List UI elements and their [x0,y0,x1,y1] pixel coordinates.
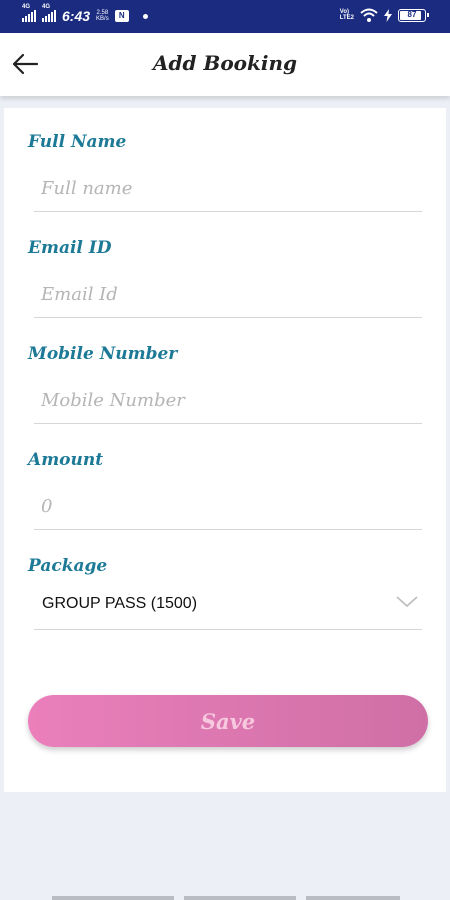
mobile-number-label: Mobile Number [28,344,178,364]
notification-dot-icon [142,13,148,19]
signal-icon-sim2: 4G [42,4,56,22]
wifi-icon [360,8,378,22]
battery-percent: 87 [407,9,417,19]
email-input[interactable] [34,272,422,318]
clock: 6:43 [62,8,91,24]
full-name-label: Full Name [28,132,127,152]
status-bar: 4G 4G 6:43 2.58 KB/s N Vo) LTE2 87 [0,0,450,33]
notification-app-icon: N [114,10,129,22]
battery-icon: 87 [398,8,429,22]
full-name-input[interactable] [34,166,422,212]
signal-icon-sim1: 4G [22,4,36,22]
volte-indicator: Vo) LTE2 [340,9,354,21]
volte-bottom: LTE2 [339,15,354,21]
email-label: Email ID [28,238,112,258]
nav-bar-hint [0,896,450,900]
package-label: Package [28,556,108,576]
chevron-down-icon [396,596,418,608]
status-bar-right: Vo) LTE2 87 [340,8,429,22]
app-bar: Add Booking [0,33,450,96]
amount-label: Amount [28,450,104,470]
package-dropdown[interactable]: GROUP PASS (1500) [34,584,422,630]
charging-icon [384,8,392,22]
amount-input[interactable] [34,484,422,530]
save-button[interactable]: Save [28,695,428,747]
status-bar-left: 4G 4G 6:43 2.58 KB/s N [22,4,148,24]
package-selected-value: GROUP PASS (1500) [42,595,198,612]
network-type-sim2: 4G [42,4,51,10]
network-speed: 2.58 KB/s [96,10,109,22]
network-speed-unit: KB/s [96,16,109,22]
booking-form: Full Name Email ID Mobile Number Amount … [4,108,446,792]
page-title: Add Booking [152,51,297,75]
network-type-sim1: 4G [22,4,31,10]
mobile-number-input[interactable] [34,378,422,424]
